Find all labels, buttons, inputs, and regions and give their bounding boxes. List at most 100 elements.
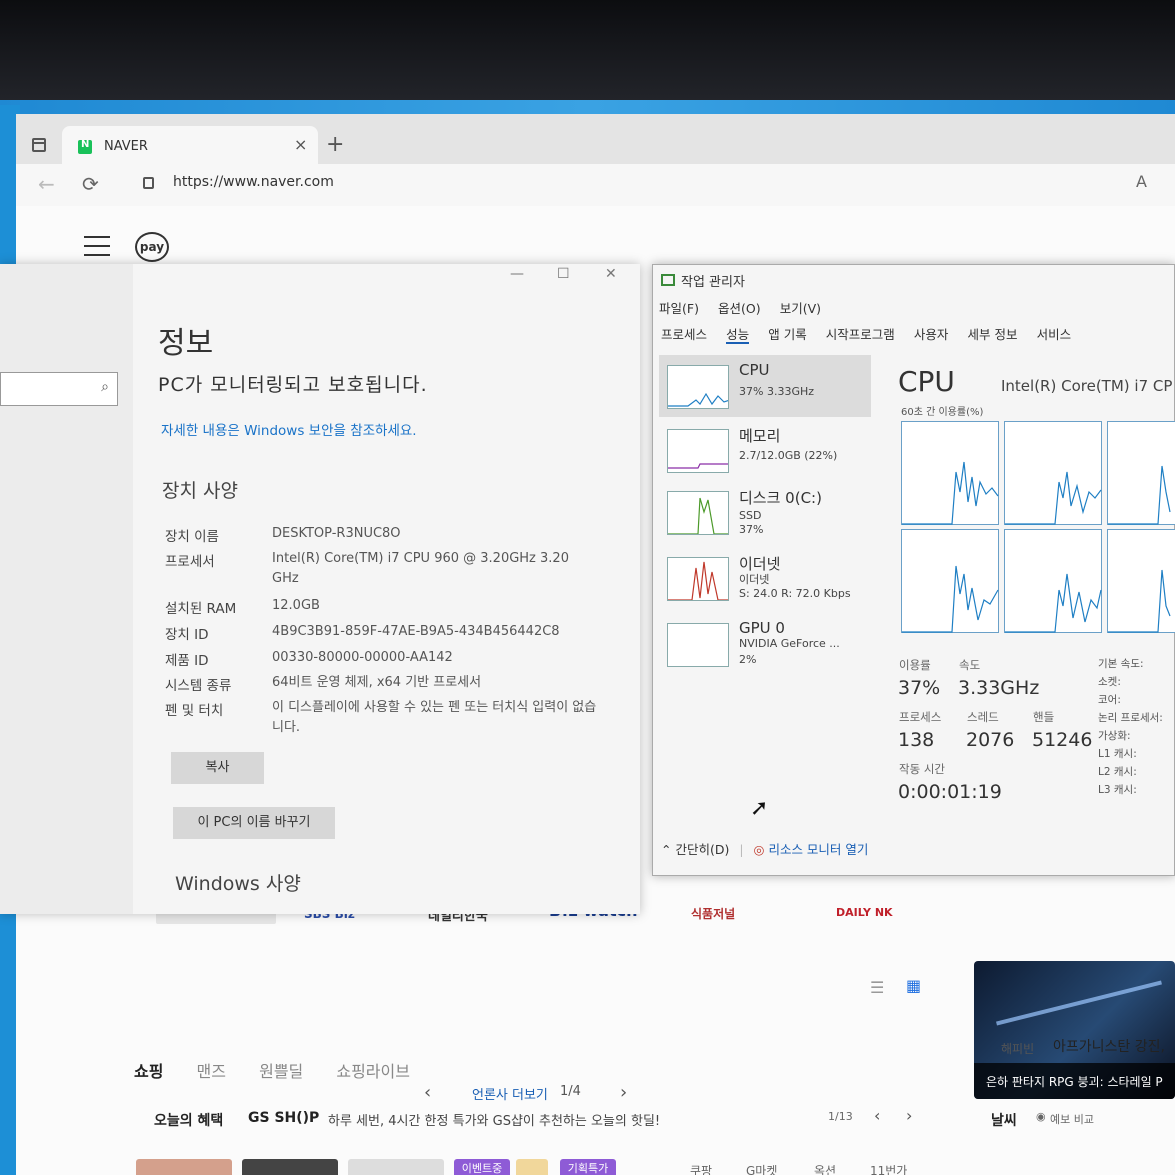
- rename-pc-button[interactable]: 이 PC의 이름 바꾸기: [173, 807, 335, 839]
- news-headline[interactable]: 아프가니스탄 강진,: [1053, 1036, 1165, 1056]
- search-icon: ⌕: [101, 379, 109, 395]
- task-manager-footer: ⌃ 간단히(D) | ◎ 리소스 모니터 열기: [661, 839, 868, 858]
- press-logo-dailynk[interactable]: DAILY NK: [836, 906, 893, 919]
- tab-startup[interactable]: 시작프로그램: [826, 327, 895, 342]
- lock-icon[interactable]: [143, 177, 154, 189]
- product-thumb[interactable]: [242, 1159, 338, 1175]
- naver-favicon-icon: [78, 139, 92, 154]
- resource-monitor-link[interactable]: 리소스 모니터 열기: [768, 842, 868, 857]
- product-thumb[interactable]: [348, 1159, 444, 1175]
- memory-thumb-line: [668, 463, 728, 469]
- menu-options[interactable]: 옵션(O): [718, 301, 761, 316]
- speed-value: 3.33GHz: [958, 677, 1040, 699]
- video-card[interactable]: 은하 판타지 RPG 붕괴: 스타레일 P: [974, 961, 1175, 1099]
- benefit-text[interactable]: 하루 세번, 4시간 한정 특가와 GS샵이 추천하는 오늘의 핫딜!: [328, 1110, 660, 1129]
- tab-actions-icon[interactable]: [32, 138, 46, 152]
- refresh-icon[interactable]: ⟳: [82, 172, 99, 196]
- chevron-up-icon[interactable]: ⌃: [661, 842, 671, 857]
- menu-icon[interactable]: [84, 236, 110, 256]
- resource-disk[interactable]: 디스크 0(C:) SSD 37%: [659, 481, 871, 543]
- tab-services[interactable]: 서비스: [1037, 327, 1072, 342]
- spec-value-product-id: 00330-80000-00000-AA142: [272, 650, 453, 665]
- disk-thumb-line: [668, 497, 728, 534]
- benefit-prev-icon[interactable]: ‹: [874, 1106, 880, 1125]
- press-logo-foodnews[interactable]: 식품저널: [691, 905, 735, 922]
- ethernet-thumbnail-graph: [667, 557, 729, 601]
- browser-tab[interactable]: NAVER ×: [62, 126, 318, 164]
- link-auction[interactable]: 옥션: [814, 1162, 836, 1175]
- tab-users[interactable]: 사용자: [914, 327, 949, 342]
- back-arrow-icon[interactable]: ←: [38, 172, 55, 196]
- menu-file[interactable]: 파일(F): [659, 301, 699, 316]
- tab-close-icon[interactable]: ×: [294, 135, 307, 154]
- task-manager-window: 작업 관리자 파일(F) 옵션(O) 보기(V) 프로세스 성능 앱 기록 시작…: [652, 264, 1175, 876]
- prev-arrow-icon[interactable]: ‹: [424, 1082, 431, 1103]
- spec-label-processor: 프로세서: [165, 554, 215, 570]
- tab-app-history[interactable]: 앱 기록: [768, 327, 806, 342]
- read-aloud-icon[interactable]: A: [1136, 172, 1147, 191]
- address-bar: ← ⟳ https://www.naver.com A: [16, 164, 1175, 206]
- event-tag[interactable]: 이벤트중: [454, 1159, 510, 1175]
- link-gmarket[interactable]: G마켓: [746, 1162, 777, 1175]
- resource-name: GPU 0: [739, 619, 785, 637]
- shop-tab-oneplus[interactable]: 원쁠딜: [259, 1062, 303, 1081]
- pay-button[interactable]: pay: [135, 232, 169, 262]
- fewer-details-link[interactable]: 간단히(D): [675, 842, 729, 857]
- mouse-cursor-icon: ➚: [750, 796, 769, 821]
- special-tag[interactable]: 기획특가: [560, 1159, 616, 1175]
- weather-compare-icon: ◉: [1036, 1110, 1046, 1123]
- spec-value-processor: Intel(R) Core(TM) i7 CPU 960 @ 3.20GHz 3…: [272, 551, 569, 586]
- spec-value-device-name: DESKTOP-R3NUC8O: [272, 526, 401, 541]
- core-graph: [1107, 421, 1175, 525]
- link-11st[interactable]: 11번가: [870, 1162, 907, 1175]
- resource-name: 디스크 0(C:): [739, 489, 822, 507]
- minimize-button[interactable]: —: [510, 266, 524, 282]
- uptime-label: 작동 시간: [899, 762, 945, 776]
- url-field[interactable]: https://www.naver.com: [173, 174, 334, 190]
- product-thumb[interactable]: [516, 1159, 548, 1175]
- list-view-icon[interactable]: ☰: [870, 978, 884, 997]
- close-button[interactable]: ✕: [605, 266, 617, 282]
- shop-tab-mens[interactable]: 맨즈: [197, 1062, 226, 1081]
- spec-key: L1 캐시:: [1098, 748, 1137, 760]
- spec-key: 가상화:: [1098, 730, 1131, 742]
- weather-compare[interactable]: 예보 비교: [1050, 1111, 1094, 1127]
- benefit-next-icon[interactable]: ›: [906, 1106, 912, 1125]
- resource-detail: 2%: [739, 653, 757, 666]
- spec-label-product-id: 제품 ID: [165, 653, 209, 669]
- shop-tab-live[interactable]: 쇼핑라이브: [336, 1062, 410, 1081]
- benefit-label: 오늘의 혜택: [154, 1113, 224, 1129]
- link-coupang[interactable]: 쿠팡: [690, 1162, 712, 1175]
- settings-search-input[interactable]: ⌕: [0, 372, 118, 406]
- menu-view[interactable]: 보기(V): [780, 301, 821, 316]
- uptime-value: 0:00:01:19: [898, 781, 1002, 803]
- resource-gpu[interactable]: GPU 0 NVIDIA GeForce ... 2%: [659, 613, 871, 675]
- resource-cpu[interactable]: CPU 37% 3.33GHz: [659, 355, 871, 417]
- maximize-button[interactable]: ☐: [557, 266, 570, 282]
- spec-value-system-type: 64비트 운영 체제, x64 기반 프로세서: [272, 675, 482, 690]
- spec-value-pen-touch: 이 디스플레이에 사용할 수 있는 펜 또는 터치식 입력이 없습니다.: [272, 700, 597, 735]
- core-graph: [901, 529, 999, 633]
- product-thumb[interactable]: [136, 1159, 232, 1175]
- tab-details[interactable]: 세부 정보: [968, 327, 1018, 342]
- spec-key: L2 캐시:: [1098, 766, 1137, 778]
- new-tab-icon[interactable]: +: [326, 132, 344, 157]
- copy-button[interactable]: 복사: [171, 752, 264, 784]
- tab-performance[interactable]: 성능: [726, 327, 750, 344]
- grid-view-icon[interactable]: ▦: [906, 976, 921, 995]
- spec-value-device-id: 4B9C3B91-859F-47AE-B9A5-434B456442C8: [272, 624, 560, 639]
- resource-ethernet[interactable]: 이더넷 이더넷 S: 24.0 R: 72.0 Kbps: [659, 547, 871, 609]
- next-arrow-icon[interactable]: ›: [620, 1082, 627, 1103]
- shop-tab-shopping[interactable]: 쇼핑: [134, 1062, 163, 1081]
- core-usage-line: [902, 565, 999, 633]
- resource-memory[interactable]: 메모리 2.7/12.0GB (22%): [659, 419, 871, 481]
- press-more-link[interactable]: 언론사 더보기: [472, 1084, 548, 1103]
- tab-processes[interactable]: 프로세스: [661, 327, 707, 342]
- tab-bar: NAVER × +: [16, 114, 1175, 164]
- spec-label-device-id: 장치 ID: [165, 627, 209, 643]
- core-usage-line: [1108, 465, 1171, 525]
- tab-title: NAVER: [104, 139, 148, 154]
- windows-security-link[interactable]: 자세한 내용은 Windows 보안을 참조하세요.: [161, 419, 417, 439]
- core-graph: [1004, 421, 1102, 525]
- gsshop-logo[interactable]: GS SH()P: [248, 1110, 319, 1126]
